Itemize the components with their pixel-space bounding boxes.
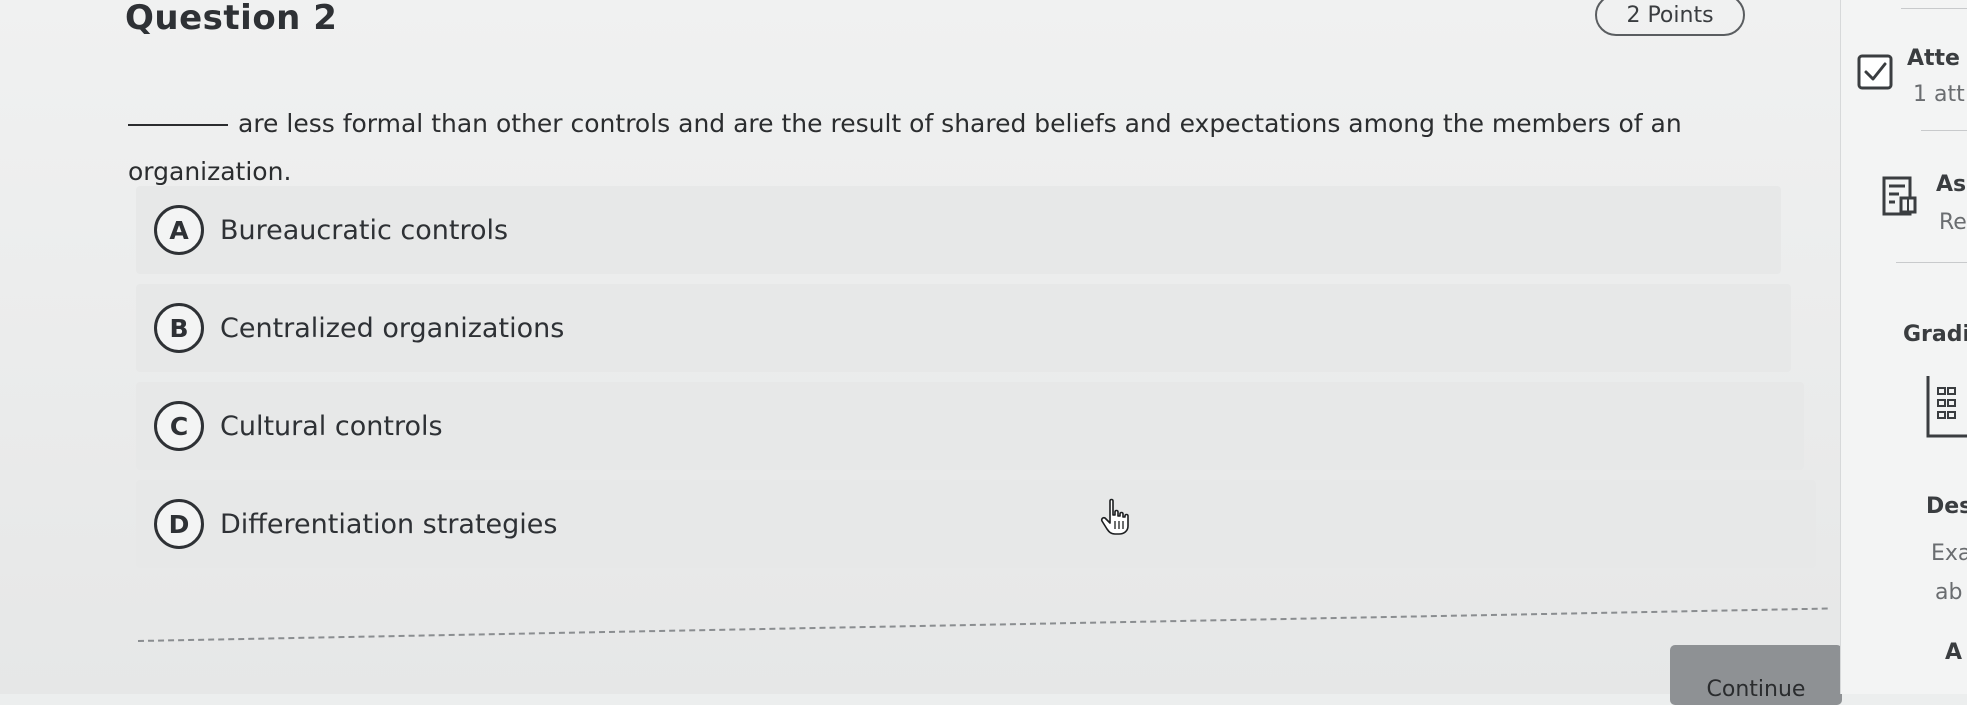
- option-label-a: Bureaucratic controls: [220, 214, 509, 246]
- option-d[interactable]: D Differentiation strategies: [136, 480, 1816, 568]
- option-label-c: Cultural controls: [220, 410, 443, 442]
- option-label-d: Differentiation strategies: [220, 508, 558, 540]
- details-sidebar: Atte 1 att Ass Re Gradi Des Exa ab A: [1840, 0, 1967, 694]
- question-title: Question 2: [125, 0, 338, 38]
- option-b[interactable]: B Centralized organizations: [136, 284, 1791, 372]
- question-panel: Question 2 2 Points are less formal than…: [0, 0, 1842, 705]
- answer-options: A Bureaucratic controls B Centralized or…: [136, 186, 1816, 578]
- option-label-b: Centralized organizations: [220, 312, 565, 344]
- option-a[interactable]: A Bureaucratic controls: [136, 186, 1781, 274]
- sidebar-divider: [1901, 8, 1967, 9]
- question-text: are less formal than other controls and …: [128, 109, 1682, 186]
- sidebar-divider: [1921, 130, 1967, 131]
- answer-blank: [128, 124, 228, 126]
- question-text-block: are less formal than other controls and …: [128, 100, 1688, 196]
- attempts-title: Atte: [1907, 46, 1960, 71]
- option-letter-b: B: [154, 303, 204, 353]
- sidebar-divider: [1896, 262, 1967, 263]
- points-badge: 2 Points: [1595, 0, 1745, 36]
- assessment-subtitle: Re: [1939, 210, 1967, 235]
- hand-pointer-icon: [1100, 498, 1129, 535]
- description-line-2: ab: [1935, 580, 1963, 605]
- option-c[interactable]: C Cultural controls: [136, 382, 1804, 470]
- checkbox-checked-icon: [1857, 54, 1893, 90]
- option-letter-a: A: [154, 205, 204, 255]
- document-list-icon: [1882, 176, 1917, 216]
- description-line-3: A: [1945, 640, 1963, 665]
- gradebook-icon: [1926, 376, 1967, 438]
- attempts-value: 1 att: [1913, 82, 1965, 107]
- option-letter-c: C: [154, 401, 204, 451]
- grading-title: Gradi: [1903, 322, 1967, 347]
- option-letter-d: D: [154, 499, 204, 549]
- continue-button[interactable]: Continue: [1670, 645, 1842, 705]
- description-title: Des: [1926, 494, 1967, 519]
- description-line-1: Exa: [1931, 541, 1967, 566]
- divider: [137, 607, 1828, 642]
- assessment-title: Ass: [1936, 172, 1967, 197]
